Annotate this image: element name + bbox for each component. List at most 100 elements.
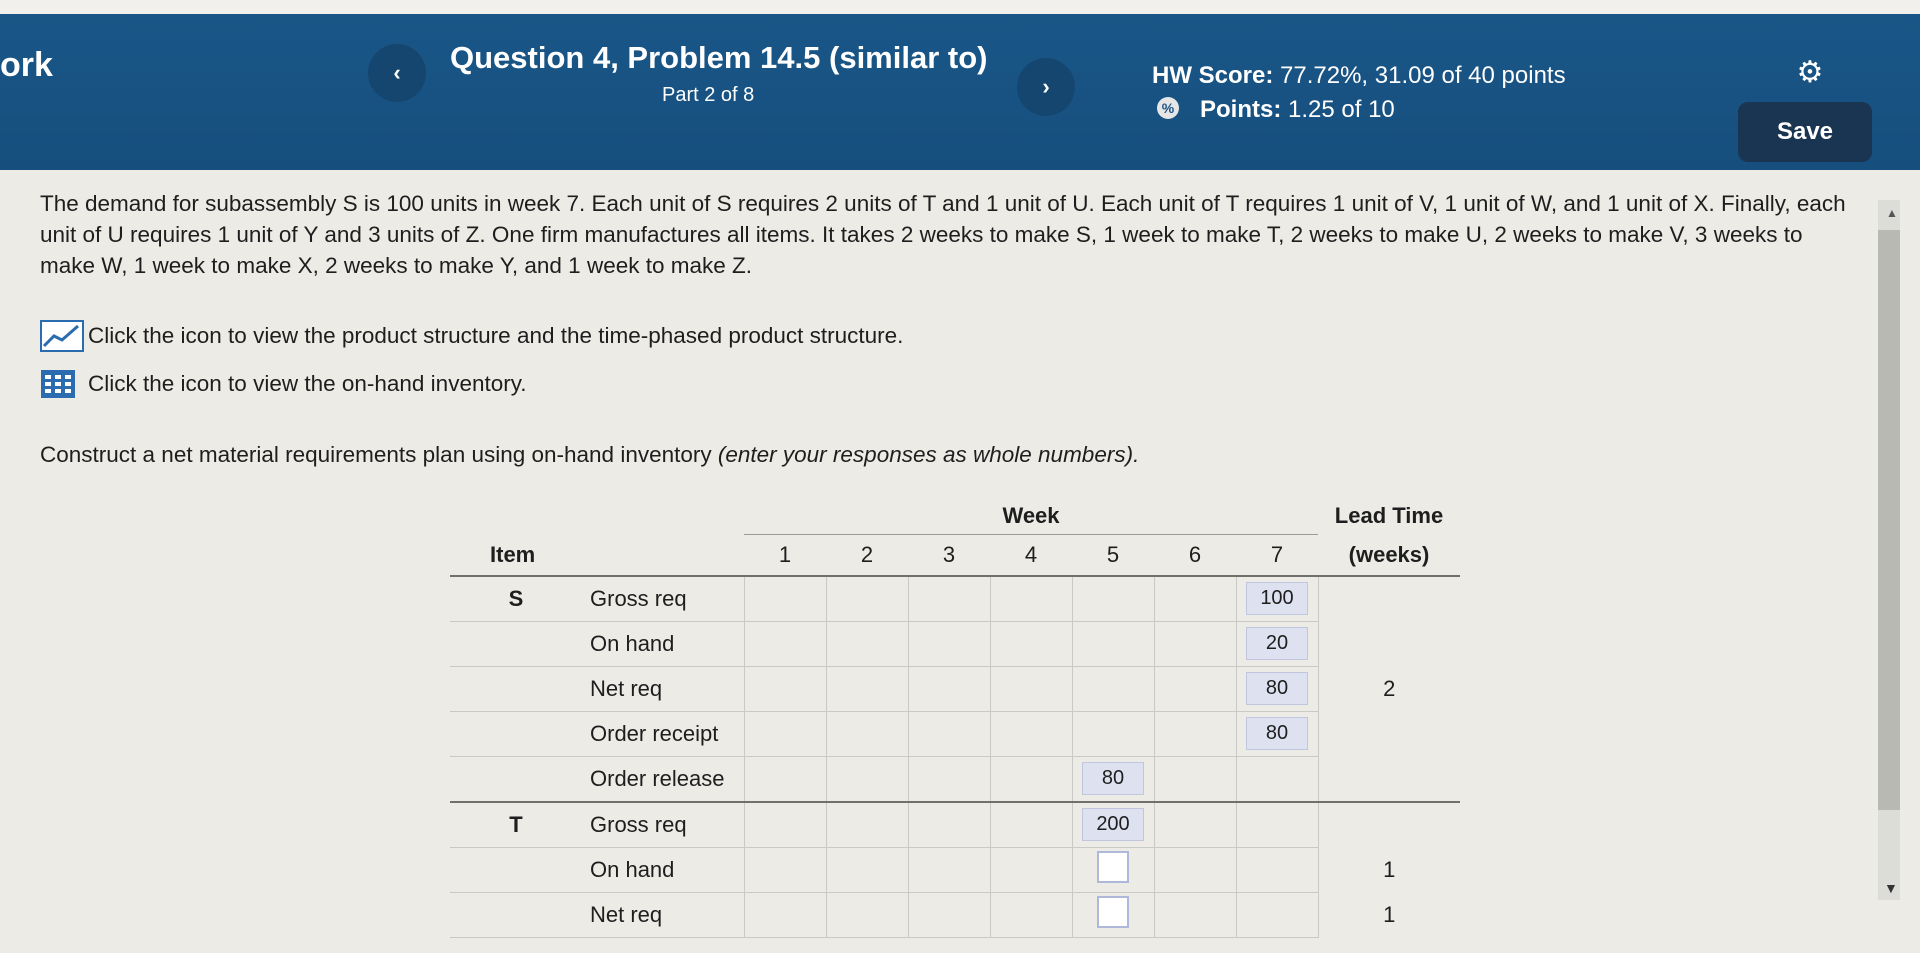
mrp-cell[interactable] xyxy=(1153,621,1236,667)
mrp-cell[interactable] xyxy=(907,892,990,938)
mrp-cell[interactable] xyxy=(989,847,1072,893)
lead-time-header: Lead Time xyxy=(1334,503,1444,529)
vertical-scrollbar[interactable] xyxy=(1878,200,1900,900)
cell-value[interactable]: 80 xyxy=(1246,717,1308,750)
points-status-icon: % xyxy=(1157,97,1179,119)
mrp-cell[interactable] xyxy=(1235,892,1318,938)
mrp-cell[interactable] xyxy=(1071,892,1154,938)
answer-input[interactable] xyxy=(1097,895,1129,928)
instruction-inventory: Click the icon to view the on-hand inven… xyxy=(40,366,527,402)
mrp-cell[interactable] xyxy=(907,666,990,712)
week-number: 3 xyxy=(908,534,990,577)
part-label: Part 2 of 8 xyxy=(662,84,755,106)
mrp-grid: Week Lead Time Item 1 2 3 4 5 6 7 (weeks) S Gros… xyxy=(450,498,1460,938)
mrp-cell[interactable] xyxy=(825,847,908,893)
lead-time-value xyxy=(1317,621,1460,666)
mrp-cell[interactable]: 80 xyxy=(1071,756,1154,803)
mrp-cell[interactable] xyxy=(1071,847,1154,893)
mrp-cell[interactable] xyxy=(1153,847,1236,893)
mrp-cell[interactable] xyxy=(1071,621,1154,667)
mrp-cell[interactable] xyxy=(743,847,826,893)
mrp-cell[interactable] xyxy=(1235,847,1318,893)
mrp-cell[interactable] xyxy=(989,666,1072,712)
mrp-cell[interactable] xyxy=(743,621,826,667)
mrp-cell[interactable] xyxy=(907,847,990,893)
week-header: Week xyxy=(744,498,1318,535)
mrp-cell[interactable]: 200 xyxy=(1071,801,1154,848)
table-header-row-2: Item 1 2 3 4 5 6 7 (weeks) xyxy=(450,534,1460,577)
mrp-cell[interactable] xyxy=(743,892,826,938)
gear-icon[interactable]: ⚙ xyxy=(1790,52,1830,92)
answer-input[interactable] xyxy=(1097,850,1129,883)
mrp-cell[interactable] xyxy=(825,621,908,667)
mrp-cell[interactable] xyxy=(825,575,908,622)
mrp-cell[interactable] xyxy=(743,666,826,712)
cell-value[interactable]: 100 xyxy=(1246,582,1308,615)
scroll-down-arrow-icon[interactable]: ▼ xyxy=(1884,880,1898,896)
mrp-cell[interactable]: 20 xyxy=(1235,621,1318,667)
next-question-button[interactable]: › xyxy=(1017,58,1075,116)
chevron-left-icon: ‹ xyxy=(393,60,401,85)
mrp-cell[interactable] xyxy=(1235,756,1318,803)
mrp-cell[interactable] xyxy=(1071,575,1154,622)
mrp-cell[interactable] xyxy=(743,711,826,757)
mrp-cell[interactable] xyxy=(989,892,1072,938)
cell-value[interactable]: 20 xyxy=(1246,627,1308,660)
mrp-cell[interactable] xyxy=(825,711,908,757)
app-title: ork xyxy=(0,46,53,84)
mrp-cell[interactable] xyxy=(1153,666,1236,712)
line-chart-icon[interactable] xyxy=(40,318,88,354)
mrp-cell[interactable] xyxy=(743,756,826,803)
header-bar xyxy=(0,14,1920,170)
item-name: S xyxy=(450,575,582,622)
mrp-cell[interactable] xyxy=(907,621,990,667)
table-row: Order release 80 xyxy=(450,756,1460,803)
instruction-text-2: Click the icon to view the on-hand inven… xyxy=(88,371,527,396)
mrp-cell[interactable] xyxy=(989,801,1072,848)
mrp-cell[interactable] xyxy=(825,666,908,712)
mrp-cell[interactable] xyxy=(907,711,990,757)
hw-score: HW Score: 77.72%, 31.09 of 40 points xyxy=(1152,62,1566,90)
mrp-cell[interactable] xyxy=(989,621,1072,667)
mrp-cell[interactable] xyxy=(989,756,1072,803)
week-number: 6 xyxy=(1154,534,1236,577)
mrp-cell[interactable] xyxy=(1153,711,1236,757)
mrp-cell[interactable]: 80 xyxy=(1235,666,1318,712)
mrp-cell[interactable] xyxy=(1153,756,1236,803)
mrp-cell[interactable] xyxy=(1235,801,1318,848)
mrp-cell[interactable] xyxy=(1071,666,1154,712)
table-row: T Gross req 200 xyxy=(450,801,1460,848)
mrp-cell[interactable] xyxy=(1153,801,1236,848)
mrp-cell[interactable] xyxy=(825,756,908,803)
mrp-cell[interactable] xyxy=(825,801,908,848)
cell-value[interactable]: 200 xyxy=(1082,808,1144,841)
table-row: On hand 20 xyxy=(450,621,1460,667)
table-icon[interactable] xyxy=(40,366,88,402)
mrp-cell[interactable]: 80 xyxy=(1235,711,1318,757)
mrp-cell[interactable] xyxy=(989,575,1072,622)
cell-value[interactable]: 80 xyxy=(1246,672,1308,705)
mrp-cell[interactable] xyxy=(825,892,908,938)
mrp-cell[interactable] xyxy=(1071,711,1154,757)
table-row: Order receipt 80 xyxy=(450,711,1460,757)
mrp-cell[interactable]: 100 xyxy=(1235,575,1318,622)
mrp-cell[interactable] xyxy=(907,756,990,803)
points-label: Points: xyxy=(1200,96,1282,123)
previous-question-button[interactable]: ‹ xyxy=(368,44,426,102)
scroll-up-arrow-icon[interactable]: ▲ xyxy=(1886,206,1898,220)
mrp-cell[interactable] xyxy=(989,711,1072,757)
mrp-cell[interactable] xyxy=(1153,892,1236,938)
mrp-cell[interactable] xyxy=(907,575,990,622)
mrp-cell[interactable] xyxy=(907,801,990,848)
mrp-cell[interactable] xyxy=(743,801,826,848)
mrp-cell[interactable] xyxy=(1153,575,1236,622)
week-number: 7 xyxy=(1236,534,1318,577)
row-label: Order release xyxy=(582,756,744,803)
lead-time-value: 2 xyxy=(1317,666,1460,711)
save-button[interactable]: Save xyxy=(1738,102,1872,162)
scrollbar-thumb[interactable] xyxy=(1878,230,1900,810)
mrp-table: Week Lead Time Item 1 2 3 4 5 6 7 (weeks) S Gros… xyxy=(450,498,1510,953)
mrp-cell[interactable] xyxy=(743,575,826,622)
cell-value[interactable]: 80 xyxy=(1082,762,1144,795)
lead-time-value xyxy=(1317,575,1460,621)
